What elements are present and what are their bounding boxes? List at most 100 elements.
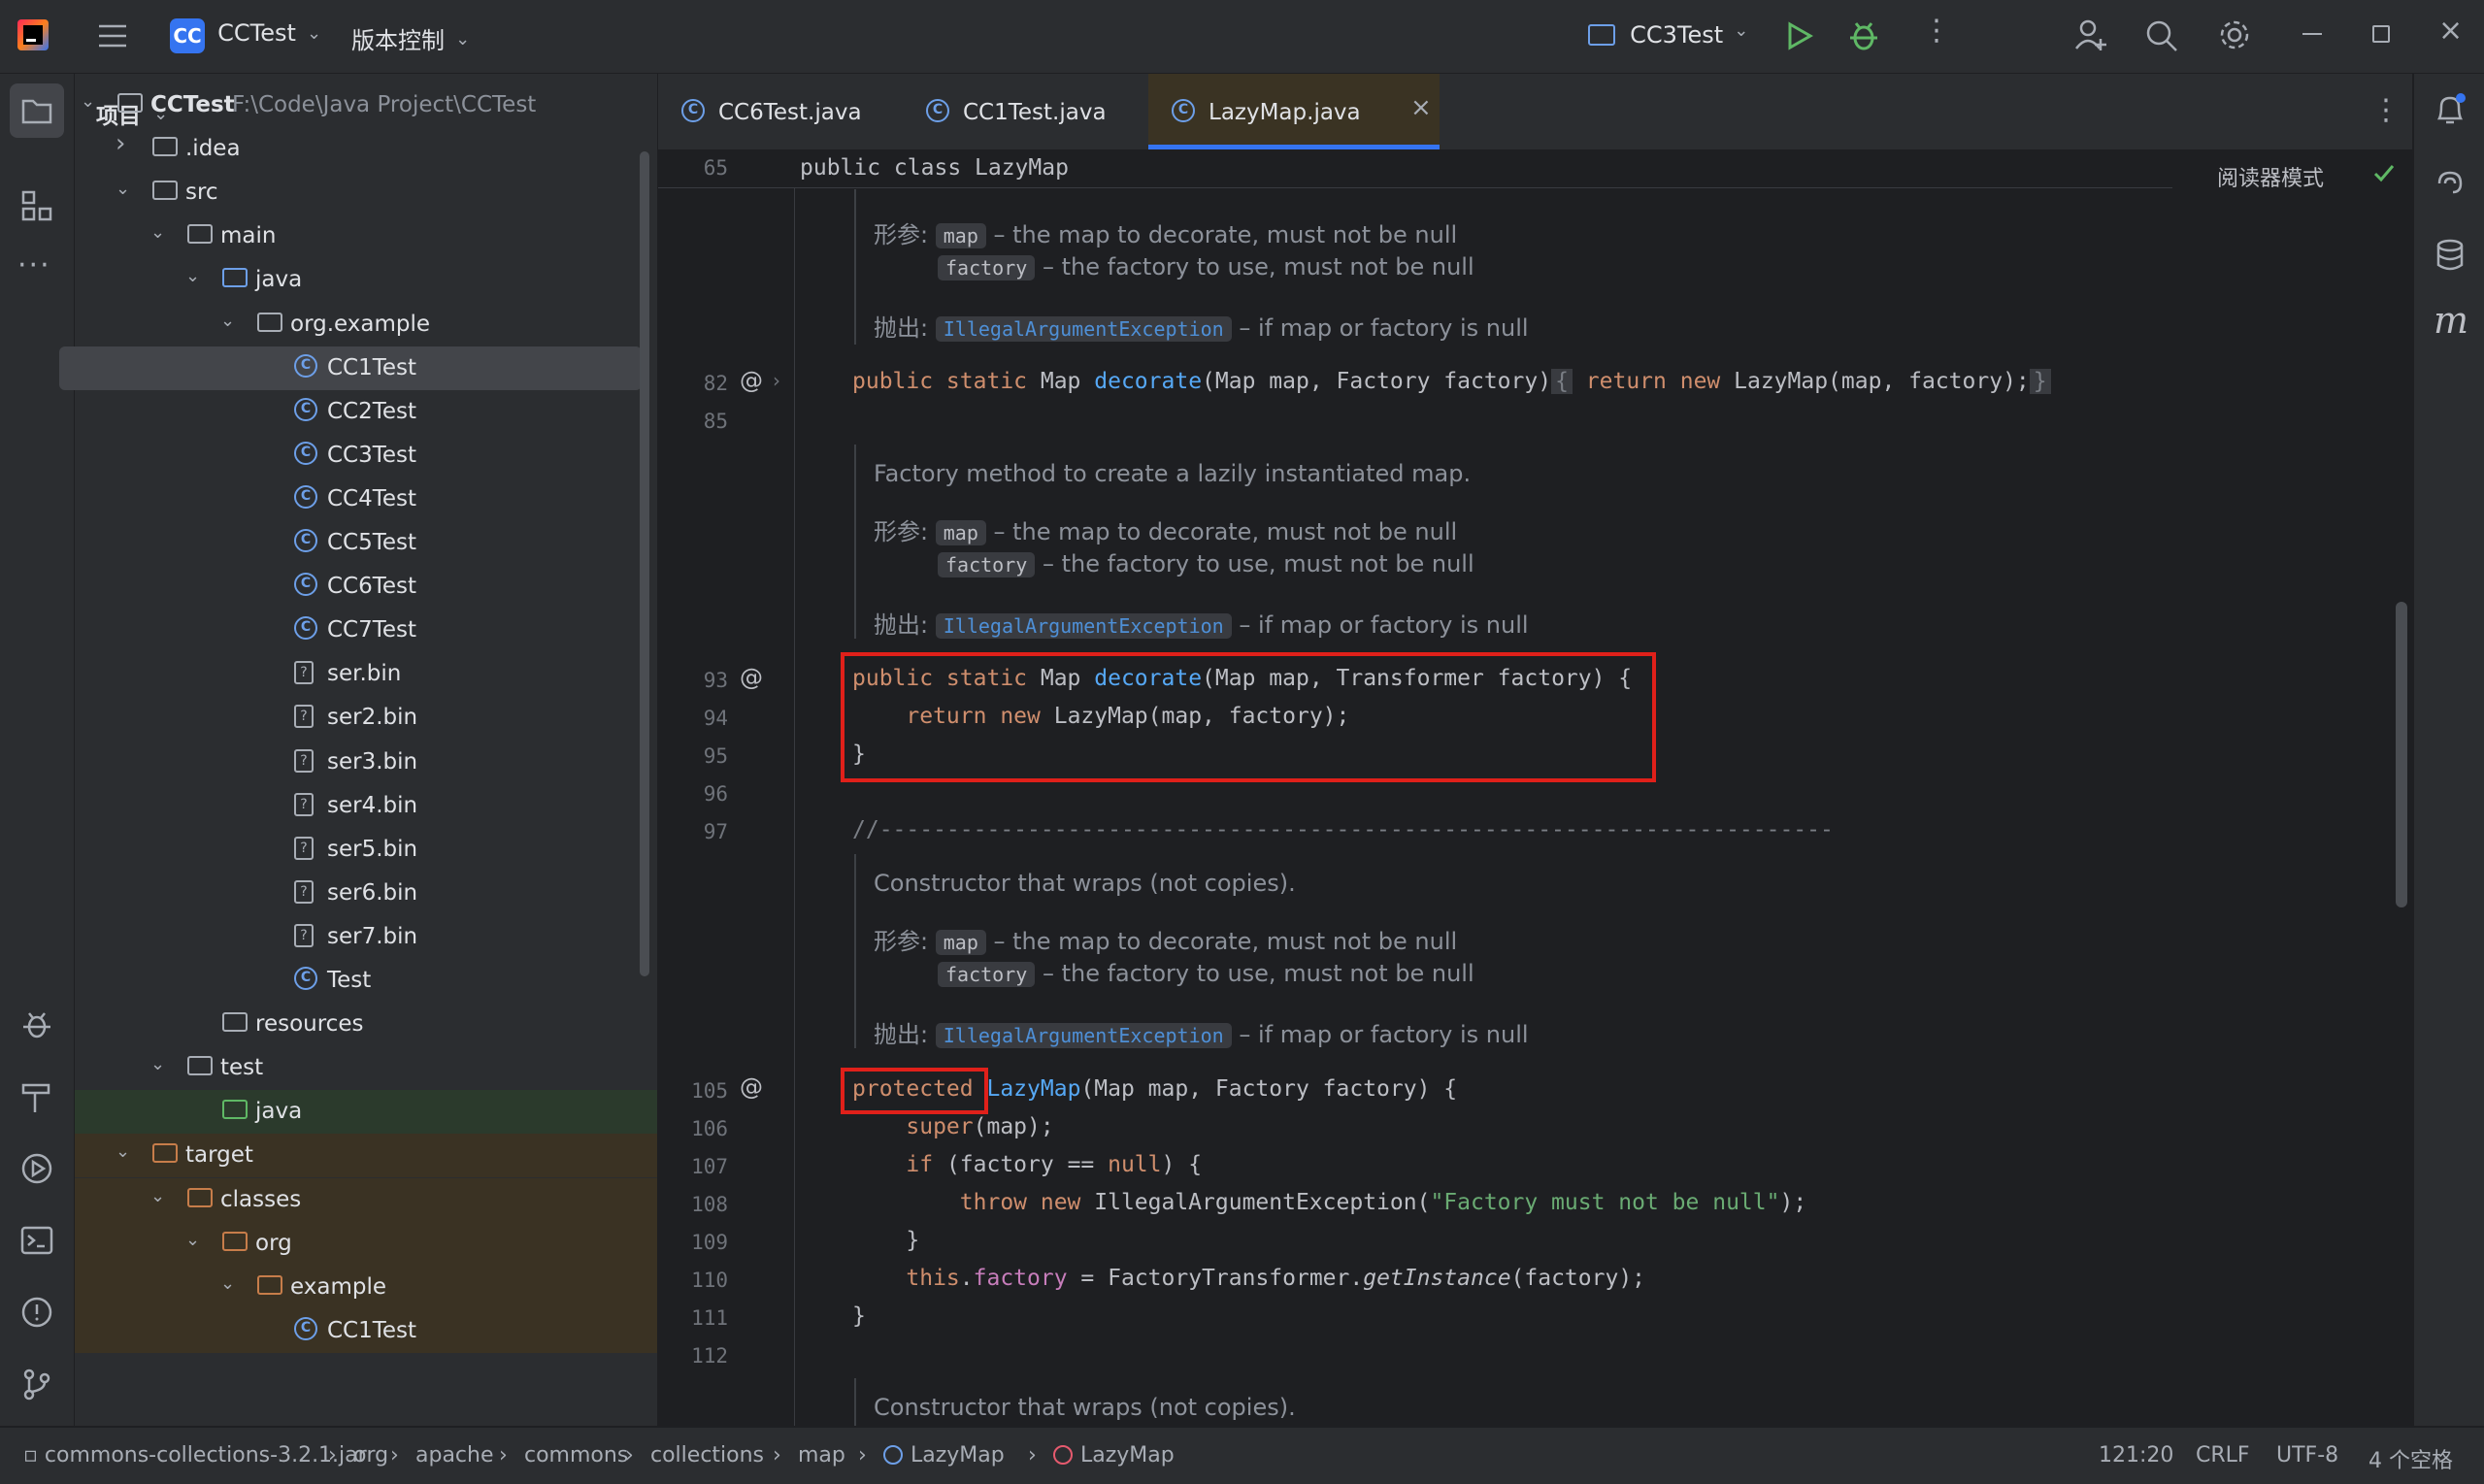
fold-chevron-icon[interactable]: ›	[773, 369, 780, 392]
tree-item-label: CC6Test	[327, 574, 417, 600]
vcs-menu[interactable]: 版本控制 ⌄	[351, 21, 470, 55]
tree-item[interactable]: ⌄ test	[75, 1046, 657, 1090]
chevron-down-icon[interactable]: ⌄	[185, 266, 207, 287]
tree-item[interactable]: C CC1Test	[59, 346, 642, 390]
restore-icon[interactable]	[2372, 25, 2390, 43]
tree-item[interactable]: › .idea	[75, 127, 657, 171]
tree-item[interactable]: resources	[75, 1003, 657, 1046]
git-branch-icon[interactable]	[19, 1367, 54, 1402]
tree-item[interactable]: ⌄ CCTest F:\Code\Java Project\CCTest	[75, 83, 657, 127]
close-tab-icon[interactable]: ×	[1410, 93, 1432, 122]
chevron-down-icon[interactable]: ⌄	[150, 222, 172, 244]
search-icon[interactable]	[2145, 19, 2178, 52]
services-icon[interactable]	[19, 1151, 54, 1186]
tree-item[interactable]: C CC4Test	[75, 478, 657, 521]
tree-item[interactable]: ? ser3.bin	[75, 741, 657, 784]
tree-item[interactable]: C CC2Test	[75, 390, 657, 434]
app-logo-icon[interactable]	[17, 19, 49, 50]
run-config-selector[interactable]: CC3Test ⌄	[1588, 20, 1748, 49]
module-icon	[117, 93, 143, 113]
tree-item[interactable]: ? ser4.bin	[75, 784, 657, 828]
more-actions-icon[interactable]: ⋮	[1922, 14, 1951, 48]
more-tools-icon[interactable]: ···	[17, 248, 51, 282]
breadcrumb-item[interactable]: ▫ commons-collections-3.2.1.jar	[23, 1443, 367, 1468]
cursor-position[interactable]: 121:20	[2099, 1443, 2173, 1468]
tree-item[interactable]: ⌄ classes	[75, 1177, 657, 1222]
problems-icon[interactable]	[19, 1295, 54, 1330]
override-marker-icon[interactable]: @	[740, 367, 763, 394]
structure-icon[interactable]	[19, 188, 54, 223]
tree-item[interactable]: ? ser5.bin	[75, 828, 657, 872]
chevron-down-icon[interactable]: ⌄	[116, 1141, 137, 1163]
breadcrumb-item[interactable]: commons	[524, 1443, 628, 1468]
chevron-down-icon[interactable]: ⌄	[116, 179, 137, 200]
tree-item[interactable]: ⌄ src	[75, 171, 657, 214]
add-user-icon[interactable]	[2073, 17, 2108, 52]
terminal-icon[interactable]	[19, 1223, 54, 1258]
maven-icon[interactable]: m	[2434, 299, 2468, 342]
reader-mode-toggle[interactable]: 阅读器模式	[2217, 161, 2324, 192]
editor-scrollbar[interactable]	[2396, 602, 2407, 907]
tree-item[interactable]: C CC3Test	[75, 434, 657, 478]
chevron-down-icon[interactable]: ⌄	[150, 1054, 172, 1075]
override-marker-icon[interactable]: @	[740, 1073, 763, 1101]
settings-gear-icon[interactable]	[2217, 17, 2252, 52]
run-icon[interactable]	[1784, 21, 1813, 50]
tree-item[interactable]: C Test	[75, 959, 657, 1003]
breadcrumb-item[interactable]: apache	[415, 1443, 494, 1468]
tree-item[interactable]: ⌄ org	[75, 1221, 657, 1266]
chevron-down-icon[interactable]: ⌄	[150, 1186, 172, 1207]
tree-item[interactable]: ? ser.bin	[75, 652, 657, 696]
tree-item[interactable]: ⌄ org.example	[75, 303, 657, 346]
debug-icon[interactable]	[1848, 19, 1879, 52]
tree-item[interactable]: ⌄ example	[75, 1265, 657, 1309]
chevron-down-icon[interactable]: ⌄	[220, 1273, 242, 1295]
tab-options-icon[interactable]: ⋮	[2371, 93, 2401, 127]
file-encoding[interactable]: UTF-8	[2276, 1443, 2338, 1468]
tab-lazymap[interactable]: C LazyMap.java ×	[1148, 74, 1440, 149]
breadcrumb-item[interactable]: LazyMap	[883, 1443, 1005, 1468]
tab-cc6test[interactable]: C CC6Test.java	[658, 74, 899, 149]
line-number: 95	[703, 744, 728, 768]
tree-item[interactable]: C CC7Test	[75, 609, 657, 652]
tree-item[interactable]: ⌄ java	[75, 258, 657, 302]
main-menu-icon[interactable]	[97, 21, 128, 50]
project-switcher[interactable]: CC CCTest ⌄	[170, 18, 321, 55]
debug-tool-icon[interactable]	[19, 1007, 54, 1042]
tree-item[interactable]: ⌄ target	[75, 1134, 657, 1178]
chevron-down-icon[interactable]: ⌄	[220, 311, 242, 332]
tree-item[interactable]: C CC1Test	[75, 1308, 657, 1353]
inspection-ok-check-icon[interactable]	[2372, 161, 2396, 184]
tree-item[interactable]: C CC5Test	[75, 521, 657, 565]
doc-description: Factory method to create a lazily instan…	[874, 460, 1472, 487]
breadcrumb-item[interactable]: map	[798, 1443, 845, 1468]
override-marker-icon[interactable]: @	[740, 664, 763, 691]
tree-item[interactable]: ? ser6.bin	[75, 872, 657, 915]
notifications-bell-icon[interactable]	[2432, 91, 2468, 128]
tree-item[interactable]: java	[75, 1090, 657, 1135]
indent-setting[interactable]: 4 个空格	[2368, 1443, 2453, 1474]
line-number: 108	[691, 1193, 728, 1216]
project-tree-scrollbar[interactable]	[640, 151, 649, 976]
ai-assistant-icon[interactable]	[2432, 165, 2468, 202]
sticky-line[interactable]: 65 public class LazyMap	[658, 150, 2172, 188]
breadcrumb-item[interactable]: LazyMap	[1053, 1443, 1175, 1468]
minimize-icon[interactable]	[2302, 33, 2322, 35]
tab-cc1test[interactable]: C CC1Test.java	[901, 74, 1143, 149]
breadcrumb-item[interactable]: collections	[650, 1443, 764, 1468]
database-icon[interactable]	[2432, 237, 2468, 274]
tree-item[interactable]: ? ser2.bin	[75, 696, 657, 740]
tree-item[interactable]: C CC6Test	[75, 565, 657, 609]
chevron-down-icon[interactable]: ⌄	[185, 1230, 207, 1251]
build-hammer-icon[interactable]	[19, 1079, 54, 1114]
tree-item[interactable]: ? ser7.bin	[75, 915, 657, 959]
project-tool-button[interactable]	[10, 83, 64, 138]
chevron-down-icon[interactable]: ⌄	[81, 91, 102, 113]
breadcrumb-item[interactable]: org	[353, 1443, 388, 1468]
module-path: F:\Code\Java Project\CCTest	[232, 92, 537, 117]
chevron-right-icon[interactable]: ›	[116, 129, 137, 158]
tree-item[interactable]: ⌄ main	[75, 214, 657, 258]
close-window-icon[interactable]: ×	[2438, 14, 2463, 48]
tree-item-label: ser.bin	[327, 661, 402, 687]
line-separator[interactable]: CRLF	[2196, 1443, 2250, 1468]
